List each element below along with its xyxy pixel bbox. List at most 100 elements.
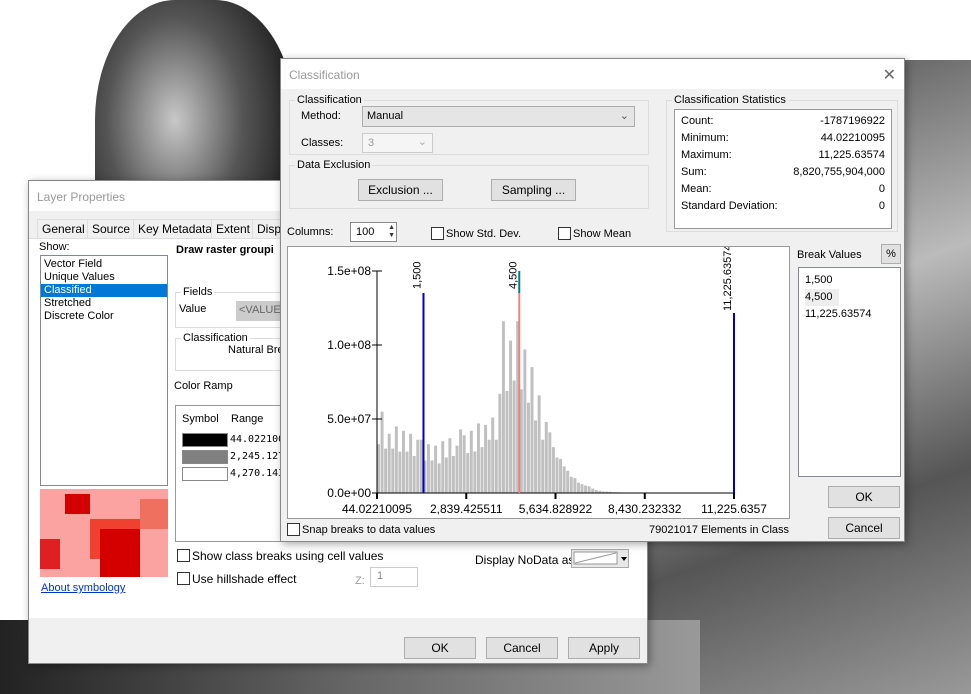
histogram-chart[interactable]: 0.0e+00 5.0e+07 1.0e+08 1.5e+08 44.02210095 2… (287, 246, 790, 519)
show-item-discrete-color[interactable]: Discrete Color (41, 310, 167, 323)
sampling-button[interactable]: Sampling ... (491, 179, 576, 201)
stat-maximum: Maximum: 11,225.63574 (681, 149, 885, 161)
histogram-bar (591, 488, 595, 493)
histogram-bar (512, 380, 516, 493)
columns-value: 100 (356, 226, 375, 238)
tab-general[interactable]: General (37, 219, 90, 238)
histogram-bar (501, 321, 505, 493)
histogram-bar (491, 417, 495, 493)
exclusion-button[interactable]: Exclusion ... (358, 179, 443, 201)
hillshade-checkbox[interactable] (177, 572, 190, 585)
histogram-bar (562, 466, 566, 493)
histogram-bar (476, 423, 480, 493)
show-class-breaks-checkbox[interactable] (177, 549, 190, 562)
histogram-bar (548, 432, 552, 493)
tab-source[interactable]: Source (87, 219, 136, 238)
z-input[interactable]: 1 (370, 567, 418, 587)
stats-panel: Count: -1787196922 Minimum: 44.02210095 Ma… (674, 109, 892, 229)
columns-label: Columns: (287, 226, 334, 238)
range-header: Range (231, 413, 264, 425)
break-value-item[interactable]: 4,500 (805, 289, 839, 306)
histogram-bar (576, 482, 580, 493)
break-values-label: Break Values (797, 249, 862, 261)
histogram-bar (426, 444, 430, 493)
class-symbol-1[interactable] (182, 433, 228, 447)
show-item-classified[interactable]: Classified (41, 284, 167, 297)
histogram-bar (416, 439, 420, 493)
histogram-bar (587, 486, 591, 493)
method-dropdown[interactable]: Manual ⌄ (362, 106, 635, 127)
spin-arrows-icon[interactable]: ▲ ▼ (388, 224, 395, 240)
show-label: Show: (39, 241, 70, 253)
histogram-bar (448, 438, 452, 493)
histogram-bar (455, 445, 459, 493)
tab-key-metadata[interactable]: Key Metadata (133, 219, 218, 238)
x-tick-label: 2,839.425511 (430, 502, 503, 516)
break-value-item[interactable]: 11,225.63574 (805, 306, 894, 323)
histogram-bar (434, 445, 438, 493)
dialog-title: Classification (281, 59, 904, 89)
show-item-unique-values[interactable]: Unique Values (41, 271, 167, 284)
break-value-item[interactable]: 1,500 (805, 272, 894, 289)
histogram-bar (566, 470, 570, 493)
y-tick-label: 1.0e+08 (327, 338, 371, 352)
class-symbol-3[interactable] (182, 467, 228, 481)
classes-dropdown[interactable]: 3 ⌄ (362, 133, 433, 153)
break-line-label: 11,225.63574 (722, 246, 734, 311)
classification-label: Classification (181, 332, 250, 344)
data-exclusion-label: Data Exclusion (295, 159, 373, 171)
classification-method: Natural Bre (228, 344, 284, 356)
histogram-bar (469, 430, 473, 493)
stat-count: Count: -1787196922 (681, 115, 885, 127)
show-std-dev-checkbox[interactable] (431, 227, 444, 240)
y-tick-label: 0.0e+00 (327, 486, 371, 500)
histogram-bar (494, 439, 498, 493)
show-std-dev-label: Show Std. Dev. (446, 228, 521, 240)
show-list[interactable]: Vector Field Unique Values Classified St… (40, 255, 168, 486)
stat-std-dev: Standard Deviation: 0 (681, 200, 885, 212)
snap-breaks-checkbox[interactable] (287, 523, 300, 536)
show-item-stretched[interactable]: Stretched (41, 297, 167, 310)
dialog-cancel-button[interactable]: Cancel (828, 517, 900, 539)
histogram-bar (394, 426, 398, 493)
class-symbol-2[interactable] (182, 450, 228, 464)
show-item-vector-field[interactable]: Vector Field (41, 258, 167, 271)
histogram-bar (541, 439, 545, 493)
histogram-bar (451, 456, 455, 493)
histogram-bar (534, 420, 538, 493)
value-field-select[interactable]: <VALUE> (236, 301, 286, 321)
y-tick-label: 5.0e+07 (327, 412, 371, 426)
ok-button[interactable]: OK (404, 637, 476, 659)
class-range-3: 4,270.143 (230, 468, 285, 479)
classes-value: 3 (368, 137, 375, 149)
cancel-button[interactable]: Cancel (486, 637, 558, 659)
color-ramp-label: Color Ramp (174, 380, 233, 392)
percent-button[interactable]: % (881, 244, 901, 264)
apply-button[interactable]: Apply (568, 637, 640, 659)
method-label: Method: (301, 110, 341, 122)
break-values-list[interactable]: 1,500 4,500 11,225.63574 (798, 267, 901, 477)
histogram-bar (405, 451, 409, 493)
chevron-down-icon: ⌄ (619, 110, 629, 122)
nodata-color-dropdown[interactable] (571, 549, 629, 568)
histogram-bar (573, 478, 577, 493)
histogram-bar (498, 393, 502, 493)
histogram-bar (430, 460, 434, 493)
columns-stepper[interactable]: 100 ▲ ▼ (350, 222, 397, 242)
histogram-bar (523, 349, 527, 493)
close-icon[interactable]: ✕ (883, 65, 896, 85)
class-range-2: 2,245.127 (230, 451, 285, 462)
break-line-label: 4,500 (507, 261, 519, 289)
histogram-bar (559, 458, 563, 493)
histogram-bar (444, 457, 448, 493)
stats-title: Classification Statistics (672, 94, 788, 106)
dialog-ok-button[interactable]: OK (828, 486, 900, 508)
histogram-bar (459, 429, 463, 493)
stat-minimum: Minimum: 44.02210095 (681, 132, 885, 144)
chevron-down-icon (621, 557, 627, 561)
about-symbology-link[interactable]: About symbology (41, 582, 125, 594)
class-range-1: 44.022100 (230, 434, 285, 445)
show-mean-checkbox[interactable] (558, 227, 571, 240)
fields-label: Fields (181, 286, 215, 298)
tab-extent[interactable]: Extent (211, 219, 256, 238)
